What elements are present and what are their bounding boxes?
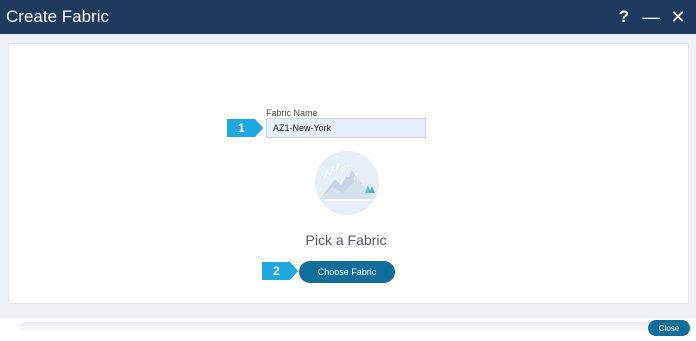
footer-divider — [20, 322, 660, 334]
minimize-icon[interactable]: — — [642, 5, 660, 29]
close-button[interactable]: Close — [648, 320, 690, 336]
fabric-name-input[interactable] — [266, 118, 426, 138]
fabric-illustration-icon — [313, 149, 381, 217]
close-icon[interactable]: ✕ — [668, 5, 688, 29]
help-icon[interactable]: ? — [615, 5, 633, 29]
step-2-number: 2 — [273, 264, 280, 278]
choose-fabric-button[interactable]: Choose Fabric — [299, 261, 395, 283]
fabric-name-label: Fabric Name — [266, 108, 318, 118]
window-title: Create Fabric — [6, 7, 109, 26]
step-1-number: 1 — [238, 121, 245, 135]
pick-fabric-title: Pick a Fabric — [305, 232, 387, 248]
title-bar: Create Fabric ? — ✕ — [0, 0, 696, 34]
